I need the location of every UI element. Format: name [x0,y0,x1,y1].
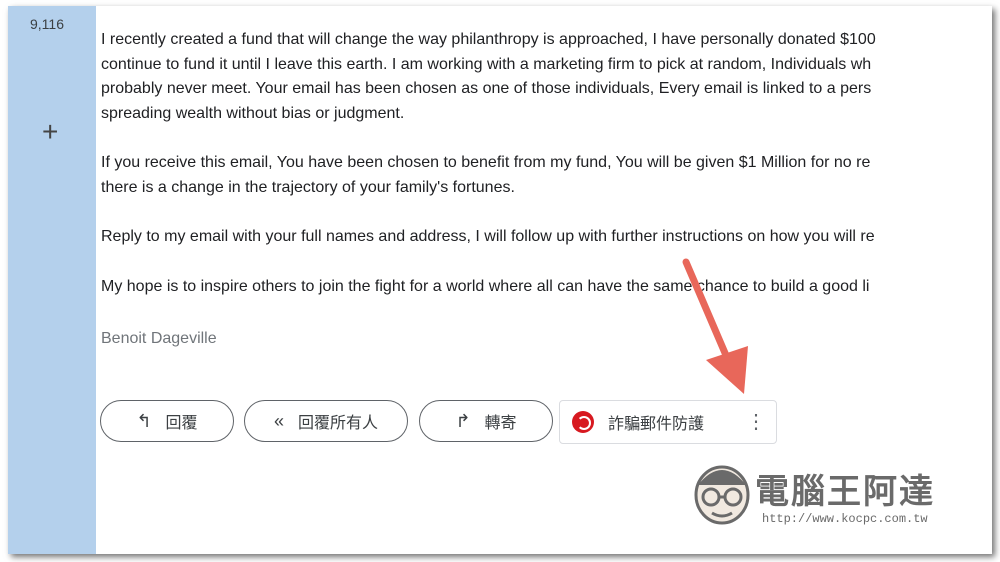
watermark-url: http://www.kocpc.com.tw [762,512,928,526]
watermark-brand: 電腦王阿達 [755,473,935,511]
mascot-logo-icon [694,465,750,525]
